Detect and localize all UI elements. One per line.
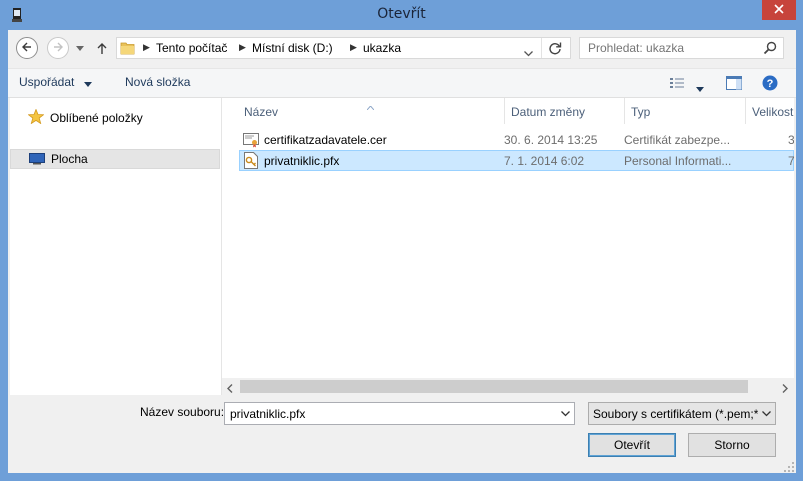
column-header-label: Typ: [631, 105, 651, 119]
breadcrumb-separator-icon: ▶: [143, 42, 150, 52]
nav-item-label: Oblíbené položky: [50, 111, 143, 125]
refresh-icon[interactable]: [548, 41, 562, 58]
filename-combobox[interactable]: [224, 402, 575, 425]
cancel-button[interactable]: Storno: [688, 433, 776, 457]
window-title: Otevřít: [377, 6, 426, 22]
view-dropdown-icon[interactable]: [696, 81, 704, 95]
navigation-pane: Oblíbené položky Plocha: [10, 98, 222, 395]
back-arrow-icon: [21, 41, 33, 56]
breadcrumb-separator-icon: ▶: [350, 42, 357, 52]
horizontal-scrollbar[interactable]: [222, 378, 794, 395]
dialog-client: ▶ Tento počítač ▶ Místní disk (D:) ▶ uka…: [8, 30, 796, 473]
file-row[interactable]: certifikatzadavatele.cer 30. 6. 2014 13:…: [239, 130, 794, 151]
address-bar[interactable]: ▶ Tento počítač ▶ Místní disk (D:) ▶ uka…: [116, 37, 571, 59]
folder-icon: [120, 41, 136, 59]
nav-item-favorites[interactable]: Oblíbené položky: [26, 108, 216, 129]
organize-button[interactable]: Uspořádat: [19, 75, 92, 90]
file-size: 3: [788, 133, 794, 147]
column-header-date[interactable]: Datum změny: [505, 98, 624, 124]
file-list: Název Datum změny Typ Velikost certifika…: [222, 98, 794, 395]
chevron-down-icon: [83, 76, 92, 90]
address-divider: [541, 38, 542, 58]
file-date: 7. 1. 2014 6:02: [504, 154, 585, 168]
browser-area: Oblíbené položky Plocha Název Datum změn…: [10, 98, 794, 396]
svg-text:?: ?: [767, 78, 774, 90]
scroll-right-icon[interactable]: [782, 382, 788, 396]
address-dropdown-icon[interactable]: [524, 46, 533, 60]
column-header-size[interactable]: Velikost: [746, 98, 794, 124]
file-row-selected[interactable]: privatniklic.pfx 7. 1. 2014 6:02 Persona…: [239, 150, 794, 171]
file-size: 7: [788, 154, 794, 168]
title-bar[interactable]: Otevřít: [0, 0, 803, 30]
desktop-icon: [29, 153, 45, 168]
recent-locations-chevron-icon[interactable]: [75, 43, 85, 53]
filter-dropdown-icon[interactable]: [758, 403, 775, 424]
file-type-filter-value: Soubory s certifikátem (*.pem;*: [593, 407, 759, 421]
dialog-footer: Název souboru: Soubory s certifikátem (*…: [8, 395, 796, 473]
filename-input[interactable]: [225, 403, 555, 424]
breadcrumb-ukazka[interactable]: ukazka: [363, 41, 401, 55]
breadcrumb-this-pc[interactable]: Tento počítač: [156, 41, 227, 55]
preview-pane-icon[interactable]: [726, 76, 742, 93]
search-input[interactable]: [580, 38, 768, 58]
file-date: 30. 6. 2014 13:25: [504, 133, 598, 147]
file-type-filter[interactable]: Soubory s certifikátem (*.pem;*: [588, 402, 776, 425]
organize-label: Uspořádat: [19, 75, 75, 89]
filename-dropdown-icon[interactable]: [556, 403, 574, 424]
filename-label: Název souboru:: [140, 405, 225, 419]
column-header-label: Název: [244, 105, 279, 119]
help-icon[interactable]: ?: [762, 75, 778, 94]
address-row: ▶ Tento počítač ▶ Místní disk (D:) ▶ uka…: [8, 30, 796, 68]
column-header-name[interactable]: Název: [238, 98, 504, 124]
pfx-file-icon: [243, 152, 259, 172]
certificate-file-icon: [243, 132, 259, 151]
breadcrumb-separator-icon: ▶: [239, 42, 246, 52]
file-name: certifikatzadavatele.cer: [264, 133, 387, 147]
search-box[interactable]: [579, 37, 784, 59]
close-button[interactable]: [762, 0, 796, 20]
forward-arrow-icon: [52, 41, 64, 56]
forward-button[interactable]: [47, 37, 69, 59]
breadcrumb-local-disk[interactable]: Místní disk (D:): [252, 41, 333, 55]
up-arrow-icon[interactable]: [96, 41, 108, 55]
scrollbar-thumb[interactable]: [240, 380, 748, 393]
back-button[interactable]: [16, 37, 38, 59]
open-file-dialog: Otevřít ▶ Tento počítač ▶ Místní disk (D…: [0, 0, 803, 481]
file-type: Personal Informati...: [624, 154, 732, 168]
view-options-icon[interactable]: [670, 77, 686, 92]
search-icon[interactable]: [763, 41, 777, 58]
open-button[interactable]: Otevřít: [588, 433, 676, 457]
new-folder-button[interactable]: Nová složka: [125, 75, 190, 89]
file-type: Certifikát zabezpe...: [624, 133, 731, 147]
close-icon: [774, 3, 784, 17]
column-header-type[interactable]: Typ: [625, 98, 745, 124]
command-bar: Uspořádat Nová složka ?: [8, 68, 796, 98]
file-name: privatniklic.pfx: [264, 154, 340, 168]
scroll-left-icon[interactable]: [227, 382, 233, 396]
column-header-label: Velikost: [752, 105, 794, 119]
star-icon: [27, 108, 45, 127]
resize-grip-icon[interactable]: [784, 461, 794, 472]
nav-item-label: Plocha: [51, 152, 88, 166]
column-header-label: Datum změny: [511, 105, 586, 119]
nav-item-desktop[interactable]: Plocha: [10, 149, 220, 169]
